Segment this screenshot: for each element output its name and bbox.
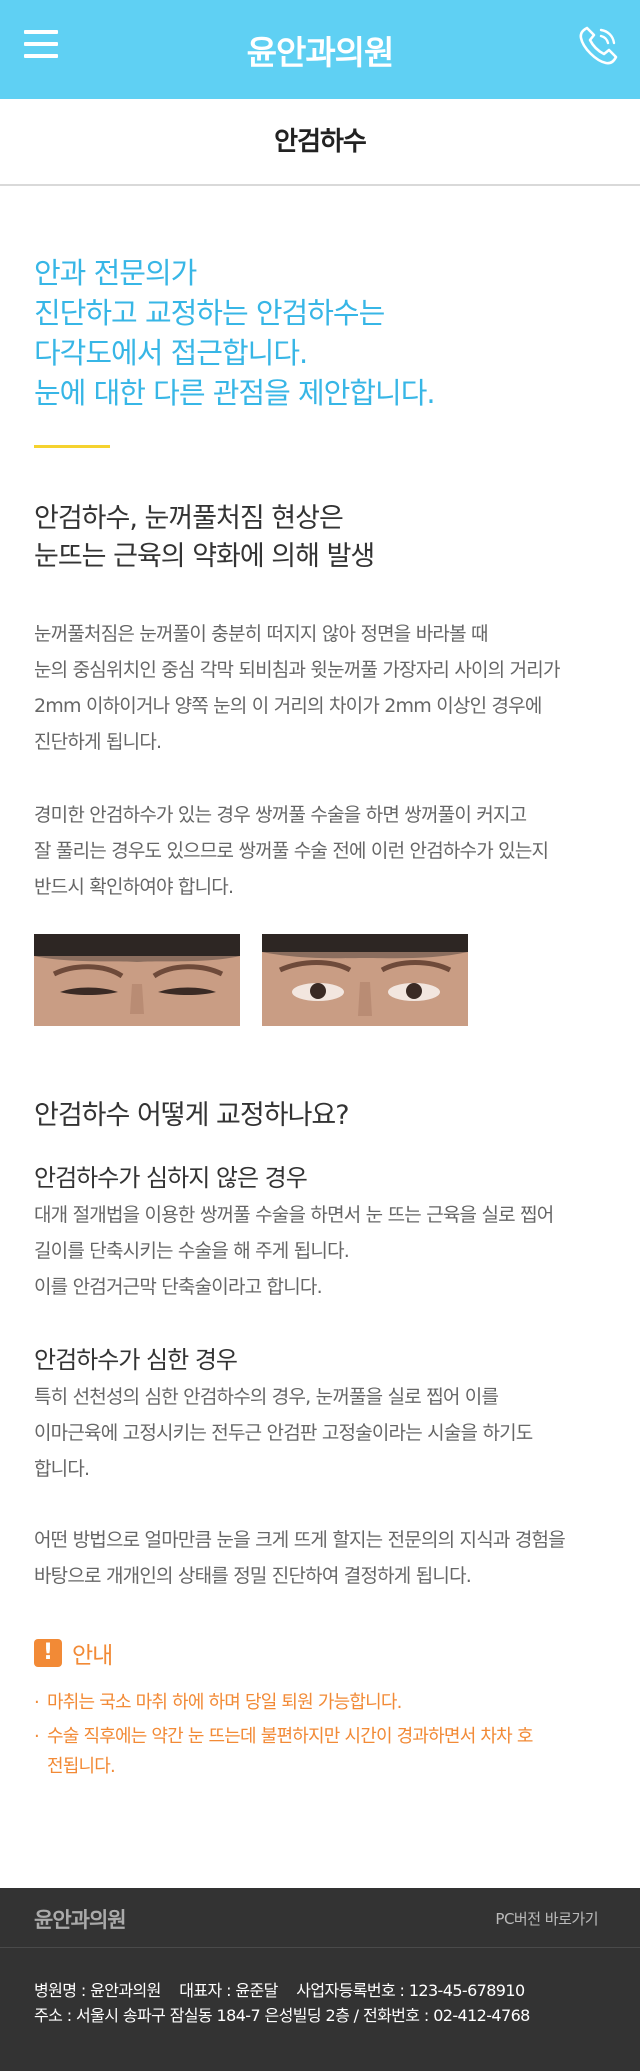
footer-address: 주소 : 서울시 송파구 잠실동 184-7 은성빌딩 2층 / 전화번호 : … (34, 2006, 530, 2025)
closing-text: 어떤 방법으로 얼마만큼 눈을 크게 뜨게 할지는 전문의의 지식과 경험을 바… (34, 1522, 624, 1594)
section1-paragraph-2: 경미한 안검하수가 있는 경우 쌍꺼풀 수술을 하면 쌍꺼풀이 커지고 잘 풀리… (34, 797, 624, 905)
notice-header: ! 안내 (34, 1638, 113, 1669)
hospital-name: 병원명 : 윤안과의원 (34, 1981, 161, 2000)
text-line: 눈의 중심위치인 중심 각막 되비침과 윗눈꺼풀 가장자리 사이의 거리가 (34, 659, 560, 681)
footer-top: 윤안과의원 PC버전 바로가기 (0, 1888, 640, 1948)
text-line: 합니다. (34, 1458, 90, 1480)
case2-title: 안검하수가 심한 경우 (34, 1346, 238, 1374)
text-line: 특히 선천성의 심한 안검하수의 경우, 눈꺼풀을 실로 찝어 이를 (34, 1386, 499, 1408)
text-line: 어떤 방법으로 얼마만큼 눈을 크게 뜨게 할지는 전문의의 지식과 경험을 (34, 1529, 566, 1551)
notice-item: 마취는 국소 마취 하에 하며 당일 퇴원 가능합니다. (34, 1688, 614, 1718)
business-number: 사업자등록번호 : 123-45-678910 (296, 1981, 525, 2000)
divider (34, 445, 110, 448)
text-line: 눈꺼풀처짐은 눈꺼풀이 충분히 떠지지 않아 정면을 바라볼 때 (34, 623, 488, 645)
page-title: 안검하수 (274, 127, 367, 157)
before-eye-photo (34, 934, 240, 1026)
case2-text: 특히 선천성의 심한 안검하수의 경우, 눈꺼풀을 실로 찝어 이를 이마근육에… (34, 1379, 624, 1487)
intro-line: 다각도에서 접근합니다. (34, 336, 308, 370)
notice-title: 안내 (72, 1643, 113, 1669)
text-line: 경미한 안검하수가 있는 경우 쌍꺼풀 수술을 하면 쌍꺼풀이 커지고 (34, 804, 527, 826)
case1-title: 안검하수가 심하지 않은 경우 (34, 1164, 308, 1192)
heading-line: 안검하수, 눈꺼풀처짐 현상은 (34, 503, 344, 534)
pc-version-link[interactable]: PC버전 바로가기 (495, 1908, 598, 1929)
brand-title[interactable]: 윤안과의원 (0, 26, 640, 74)
text-line: 잘 풀리는 경우도 있으므로 쌍꺼풀 수술 전에 이런 안검하수가 있는지 (34, 840, 549, 862)
section1-paragraph-1: 눈꺼풀처짐은 눈꺼풀이 충분히 떠지지 않아 정면을 바라볼 때 눈의 중심위치… (34, 616, 624, 760)
text-line: 바탕으로 개개인의 상태를 정밀 진단하여 결정하게 됩니다. (34, 1565, 472, 1587)
heading-line: 눈뜨는 근육의 약화에 의해 발생 (34, 541, 375, 572)
intro-text: 안과 전문의가 진단하고 교정하는 안검하수는 다각도에서 접근합니다. 눈에 … (34, 253, 614, 413)
footer-info: 병원명 : 윤안과의원 대표자 : 윤준달 사업자등록번호 : 123-45-6… (34, 1978, 539, 2028)
text-line: 이마근육에 고정시키는 전두근 안검판 고정술이라는 시술을 하기도 (34, 1422, 533, 1444)
intro-line: 안과 전문의가 (34, 256, 197, 290)
text-line: 길이를 단축시키는 수술을 해 주게 됩니다. (34, 1240, 350, 1262)
footer-logo: 윤안과의원 (34, 1908, 127, 1932)
section1-heading: 안검하수, 눈꺼풀처짐 현상은 눈뜨는 근육의 약화에 의해 발생 (34, 500, 375, 576)
ceo-name: 대표자 : 윤준달 (179, 1981, 278, 2000)
page-title-bar: 안검하수 (0, 99, 640, 186)
text-line: 2mm 이하이거나 양쪽 눈의 이 거리의 차이가 2mm 이상인 경우에 (34, 695, 542, 717)
after-eye-photo (262, 934, 468, 1026)
text-line: 반드시 확인하여야 합니다. (34, 876, 234, 898)
notice-list: 마취는 국소 마취 하에 하며 당일 퇴원 가능합니다. 수술 직후에는 약간 … (34, 1688, 614, 1786)
section2-heading: 안검하수 어떻게 교정하나요? (34, 1100, 350, 1131)
text-line: 대개 절개법을 이용한 쌍꺼풀 수술을 하면서 눈 뜨는 근육을 실로 찝어 (34, 1204, 554, 1226)
text-line: 이를 안검거근막 단축술이라고 합니다. (34, 1276, 323, 1298)
footer-info-line: 병원명 : 윤안과의원 대표자 : 윤준달 사업자등록번호 : 123-45-6… (34, 1978, 539, 2003)
case1-text: 대개 절개법을 이용한 쌍꺼풀 수술을 하면서 눈 뜨는 근육을 실로 찝어 길… (34, 1197, 624, 1305)
notice-item: 수술 직후에는 약간 눈 뜨는데 불편하지만 시간이 경과하면서 차차 호전됩니… (34, 1722, 534, 1782)
text-line: 진단하게 됩니다. (34, 731, 162, 753)
top-header: 윤안과의원 (0, 0, 640, 99)
intro-line: 진단하고 교정하는 안검하수는 (34, 296, 385, 330)
site-footer: 윤안과의원 PC버전 바로가기 병원명 : 윤안과의원 대표자 : 윤준달 사업… (0, 1888, 640, 2071)
exclamation-icon: ! (34, 1639, 62, 1667)
intro-line: 눈에 대한 다른 관점을 제안합니다. (34, 376, 436, 410)
phone-icon[interactable] (574, 22, 622, 70)
